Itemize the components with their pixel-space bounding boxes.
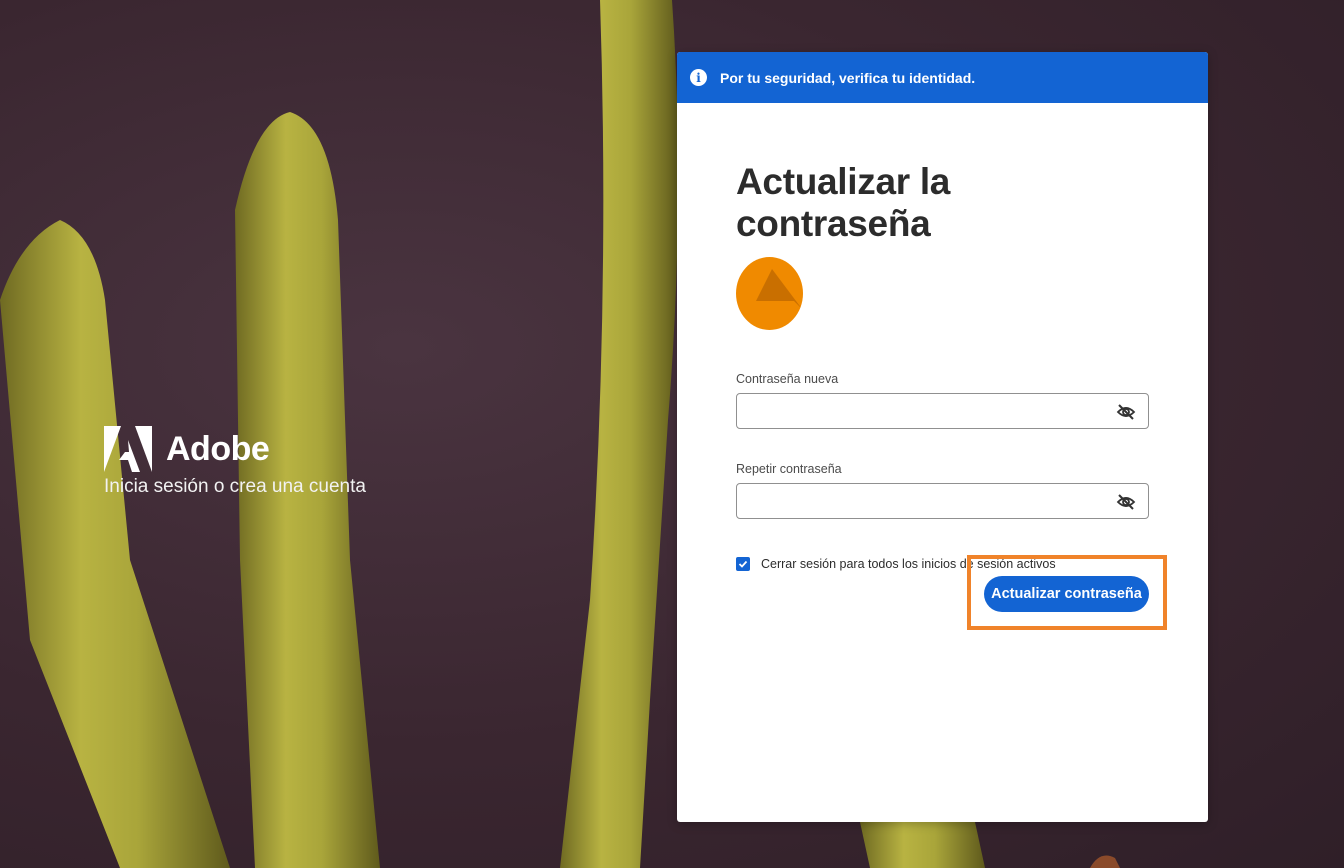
avatar-shape-icon: [756, 269, 802, 309]
repeat-password-input[interactable]: [737, 484, 1117, 518]
eye-slash-icon[interactable]: [1116, 402, 1136, 422]
logout-all-checkbox[interactable]: [736, 557, 750, 571]
avatar: [736, 257, 803, 330]
adobe-logo-icon: [104, 426, 152, 472]
info-icon: i: [690, 69, 707, 86]
brand-name: Adobe: [166, 429, 270, 468]
new-password-label: Contraseña nueva: [736, 372, 839, 386]
brand-tagline: Inicia sesión o crea una cuenta: [104, 476, 366, 497]
brand-block: Adobe Inicia sesión o crea una cuenta: [104, 426, 366, 498]
new-password-input[interactable]: [737, 394, 1117, 428]
repeat-password-label: Repetir contraseña: [736, 462, 842, 476]
security-banner: i Por tu seguridad, verifica tu identida…: [677, 52, 1208, 103]
banner-text: Por tu seguridad, verifica tu identidad.: [720, 69, 976, 86]
page-title: Actualizar la contraseña: [736, 161, 951, 244]
update-password-button[interactable]: Actualizar contraseña: [984, 576, 1149, 612]
checkmark-icon: [738, 560, 748, 568]
form-content: Actualizar la contraseña Contraseña nuev…: [677, 161, 1208, 571]
update-password-card: i Por tu seguridad, verifica tu identida…: [677, 52, 1208, 822]
eye-slash-icon[interactable]: [1116, 492, 1136, 512]
submit-highlight: Actualizar contraseña: [967, 555, 1167, 630]
repeat-password-field: [736, 483, 1149, 519]
new-password-field: [736, 393, 1149, 429]
